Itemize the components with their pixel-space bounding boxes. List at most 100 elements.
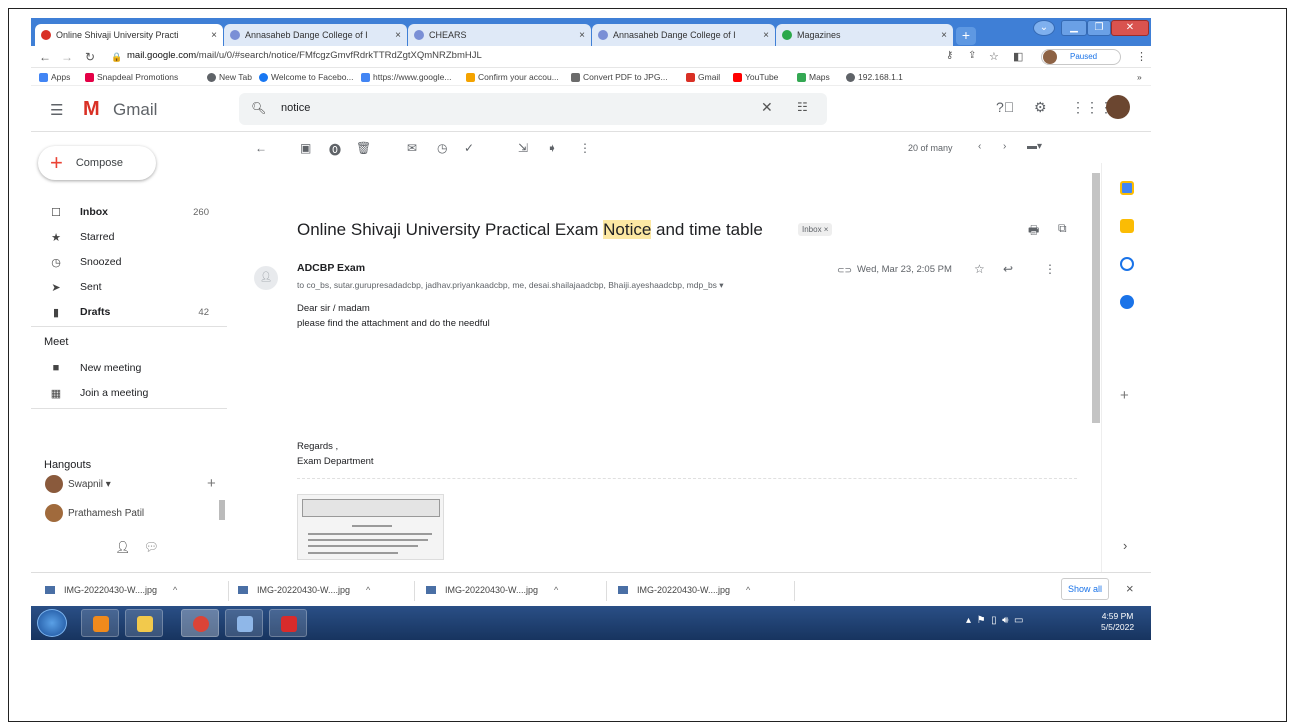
open-new-window-icon[interactable]: ⧉ [1058,221,1067,236]
download-menu-icon[interactable]: ^ [554,585,558,595]
tab-search-icon[interactable]: ⌄ [1033,20,1055,36]
add-addon-icon[interactable]: + [1120,387,1129,404]
label-icon[interactable]: ➧ [547,141,557,155]
tab-chears[interactable]: CHEARS × [408,24,591,46]
calendar-icon[interactable] [1120,181,1134,195]
new-meeting-button[interactable]: ■ New meeting [31,358,221,378]
keep-icon[interactable] [1120,219,1134,233]
taskbar-chrome[interactable] [181,609,219,637]
bookmark-maps[interactable]: Maps [797,72,830,82]
new-tab-button[interactable]: + [956,27,976,45]
inbox-label-chip[interactable]: Inbox × [798,223,833,236]
url-field[interactable]: mail.google.com/mail/u/0/#search/notice/… [127,50,482,61]
hangouts-contact[interactable]: Prathamesh Patil [45,504,144,522]
bookmark-snapdeal[interactable]: Snapdeal Promotions [85,72,178,82]
person-icon[interactable]: 👤︎ [115,540,130,554]
account-avatar[interactable] [1106,95,1130,119]
move-to-icon[interactable]: ⇲ [518,141,528,155]
tab-gmail-notice[interactable]: Online Shivaji University Practi × [35,24,223,46]
reload-icon[interactable]: ↻ [85,50,95,64]
show-all-downloads-button[interactable]: Show all [1061,578,1109,600]
menu-kebab-icon[interactable]: ⋮ [1136,50,1147,63]
download-item[interactable]: IMG-20220430-W....jpg ^ [618,585,750,595]
back-to-search-icon[interactable]: ← [255,141,267,155]
share-icon[interactable]: ⇪ [968,50,976,61]
download-menu-icon[interactable]: ^ [173,585,177,595]
tab-college-2[interactable]: Annasaheb Dange College of I × [592,24,775,46]
back-icon[interactable]: ← [39,50,51,64]
bookmark-star-icon[interactable]: ☆ [989,50,999,63]
search-options-icon[interactable]: ☷ [797,100,808,114]
download-menu-icon[interactable]: ^ [366,585,370,595]
sidebar-item-sent[interactable]: ➤ Sent [31,277,221,297]
join-meeting-button[interactable]: ▦ Join a meeting [31,383,221,403]
taskbar-explorer[interactable] [125,609,163,637]
key-icon[interactable]: ⚷ [946,50,953,61]
delete-icon[interactable]: 🗑︎ [356,141,371,155]
bookmark-router[interactable]: 192.168.1.1 [846,72,903,82]
search-input[interactable]: notice [281,102,310,114]
download-item[interactable]: IMG-20220430-W....jpg ^ [238,585,370,595]
bookmark-apps[interactable]: Apps [39,72,70,82]
input-tools-icon[interactable]: ▬▾ [1027,141,1042,152]
tab-close-icon[interactable]: × [579,30,585,41]
settings-gear-icon[interactable]: ⚙ [1034,99,1047,116]
add-task-icon[interactable]: ✓ [464,141,474,155]
tab-close-icon[interactable]: × [941,30,947,41]
download-item[interactable]: IMG-20220430-W....jpg ^ [426,585,558,595]
tab-close-icon[interactable]: × [763,30,769,41]
reply-icon[interactable]: ↩ [1003,262,1013,276]
report-spam-icon[interactable]: ⓿ [329,141,341,158]
bookmark-confirm-account[interactable]: Confirm your accou... [466,72,559,82]
taskbar-media-player[interactable] [81,609,119,637]
compose-button[interactable]: + Compose [38,146,156,180]
sender-avatar[interactable]: 👤︎ [254,266,278,290]
sidebar-item-starred[interactable]: ★ Starred [31,227,221,247]
taskbar-window[interactable] [225,609,263,637]
search-icon[interactable]: 🔍︎ [251,101,266,115]
bookmark-google[interactable]: https://www.google... [361,72,451,82]
expand-panel-icon[interactable]: › [1123,538,1127,553]
hangouts-user-menu[interactable]: Swapnil ▾ [45,475,111,493]
newer-chevron-icon[interactable]: ‹ [978,141,981,152]
bookmark-facebook[interactable]: Welcome to Facebo... [259,72,354,82]
chat-bubble-icon[interactable]: 💬︎ [144,540,159,554]
maximize-button[interactable]: ❐ [1087,20,1111,36]
snooze-icon[interactable]: ◷ [437,141,447,155]
main-menu-icon[interactable]: ☰ [50,101,63,119]
bookmark-youtube[interactable]: YouTube [733,72,778,82]
tab-close-icon[interactable]: × [395,30,401,41]
contacts-icon[interactable] [1120,295,1134,309]
more-options-icon[interactable]: ⋮ [1044,262,1056,276]
sidebar-scrollbar[interactable] [219,500,225,520]
bookmark-new-tab[interactable]: New Tab [207,72,252,82]
attachment-thumbnail[interactable] [297,494,444,560]
print-icon[interactable]: 🖶 [1028,221,1039,242]
star-icon[interactable]: ☆ [974,262,985,276]
tab-magazines[interactable]: Magazines × [776,24,953,46]
bookmark-convert-pdf[interactable]: Convert PDF to JPG... [571,72,668,82]
download-item[interactable]: IMG-20220430-W....jpg ^ [45,585,177,595]
add-hangout-icon[interactable]: + [207,475,216,492]
tab-college-1[interactable]: Annasaheb Dange College of I × [224,24,407,46]
tasks-icon[interactable] [1120,257,1134,271]
sidebar-item-drafts[interactable]: ▮ Drafts 42 [31,302,221,322]
gmail-logo-icon[interactable]: M [83,98,100,121]
system-clock[interactable]: 4:59 PM 5/5/2022 [1101,611,1134,633]
recipients-line[interactable]: to co_bs, sutar.gurupresadadcbp, jadhav.… [297,280,724,291]
minimize-button[interactable]: ▁ [1061,20,1087,36]
close-downloads-icon[interactable]: × [1126,581,1134,596]
search-box[interactable]: 🔍︎ notice ✕ ☷ [239,93,827,125]
sender-name[interactable]: ADCBP Exam [297,262,365,274]
more-bookmarks-icon[interactable]: » [1137,72,1142,82]
taskbar-acrobat[interactable] [269,609,307,637]
side-panel-icon[interactable]: ◧ [1013,50,1023,63]
sidebar-item-inbox[interactable]: ☐ Inbox 260 [31,202,221,222]
clear-search-icon[interactable]: ✕ [761,99,773,116]
system-tray[interactable]: ▴ ⚑ ▯ 🔊︎ ▭ [966,615,1023,626]
forward-icon[interactable]: → [61,50,73,64]
archive-icon[interactable]: ▣ [300,141,311,155]
download-menu-icon[interactable]: ^ [746,585,750,595]
close-window-button[interactable]: ✕ [1111,20,1149,36]
sidebar-item-snoozed[interactable]: ◷ Snoozed [31,252,221,272]
